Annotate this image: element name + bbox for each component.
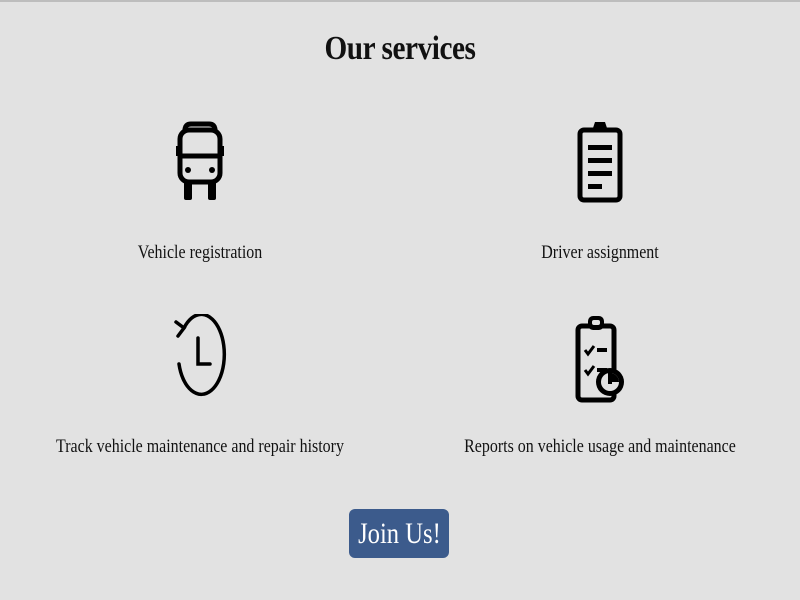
top-divider xyxy=(0,0,800,2)
service-label: Driver assignment xyxy=(541,242,659,263)
service-label: Reports on vehicle usage and maintenance xyxy=(464,436,736,457)
join-us-button[interactable]: Join Us! xyxy=(349,509,449,558)
clipboard-list-icon xyxy=(577,122,623,203)
clipboard-report-icon xyxy=(575,316,624,403)
page-title: Our services xyxy=(324,30,476,67)
history-clock-icon xyxy=(174,314,227,397)
services-page: Our services Vehicle registration Driver… xyxy=(0,0,800,600)
service-label: Track vehicle maintenance and repair his… xyxy=(56,436,344,457)
service-label: Vehicle registration xyxy=(137,242,263,263)
bus-icon xyxy=(176,121,224,200)
join-us-button-label: Join Us! xyxy=(358,517,441,550)
